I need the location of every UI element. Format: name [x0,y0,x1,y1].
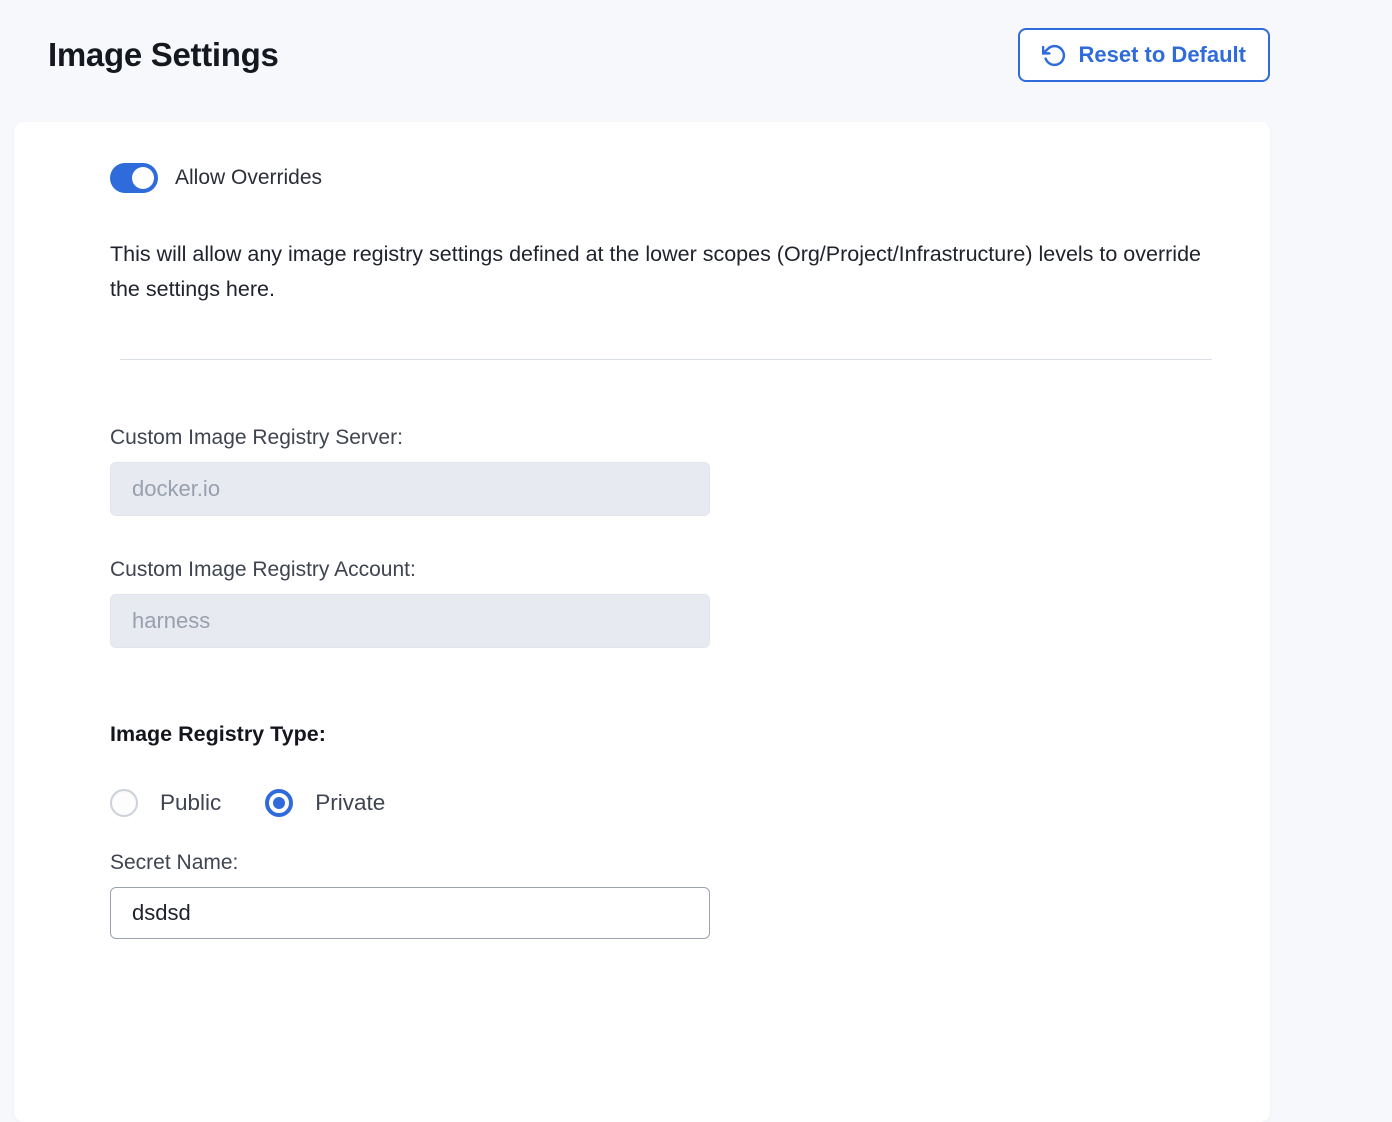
radio-public-circle[interactable] [110,789,138,817]
section-divider [120,359,1212,360]
registry-type-options: Public Private [110,789,1212,817]
secret-name-label: Secret Name: [110,851,1212,875]
radio-private-label: Private [315,790,385,816]
reset-to-default-button[interactable]: Reset to Default [1018,28,1270,82]
image-settings-card: Allow Overrides This will allow any imag… [14,122,1270,1122]
registry-type-label: Image Registry Type: [110,722,1212,747]
registry-account-input[interactable] [110,594,710,648]
secret-name-input[interactable] [110,887,710,939]
page-header: Image Settings Reset to Default [0,0,1392,82]
rotate-ccw-icon [1042,43,1067,68]
registry-server-label: Custom Image Registry Server: [110,426,1212,450]
radio-private-circle[interactable] [265,789,293,817]
allow-overrides-row: Allow Overrides [110,163,1212,193]
registry-server-field: Custom Image Registry Server: [110,426,1212,516]
reset-button-label: Reset to Default [1079,42,1246,68]
toggle-knob [132,167,154,189]
secret-name-field: Secret Name: [110,851,1212,939]
allow-overrides-toggle[interactable] [110,163,158,193]
radio-public-label: Public [160,790,221,816]
registry-account-label: Custom Image Registry Account: [110,558,1212,582]
radio-option-private[interactable]: Private [265,789,385,817]
page-title: Image Settings [48,36,279,74]
registry-account-field: Custom Image Registry Account: [110,558,1212,648]
radio-option-public[interactable]: Public [110,789,221,817]
registry-server-input[interactable] [110,462,710,516]
registry-type-field: Image Registry Type: Public Private [110,722,1212,817]
allow-overrides-label: Allow Overrides [175,166,322,190]
overrides-description: This will allow any image registry setti… [110,237,1212,307]
